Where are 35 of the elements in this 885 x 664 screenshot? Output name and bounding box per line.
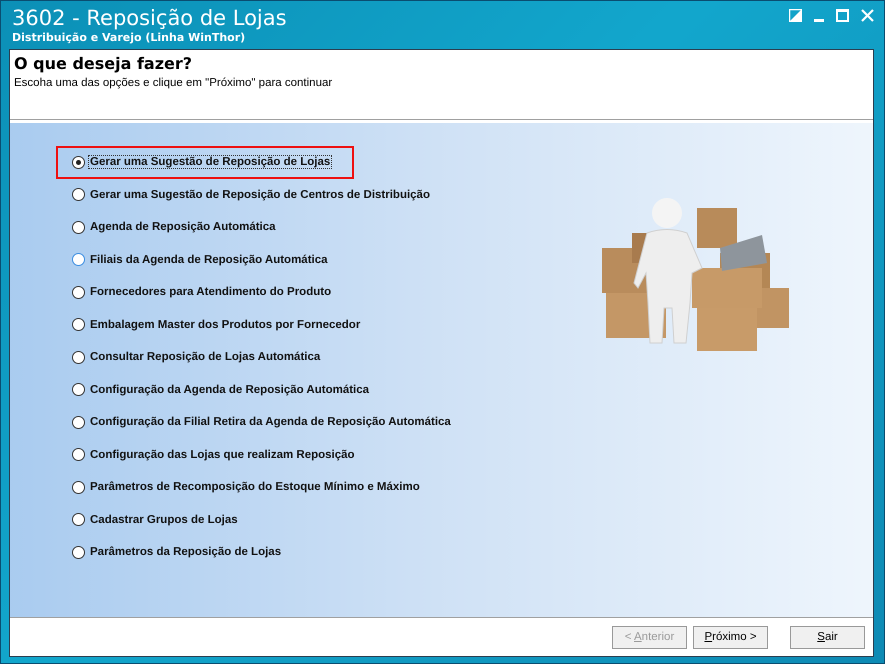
maximize-icon[interactable] [836,9,849,22]
radio-button[interactable] [72,188,85,202]
close-icon[interactable] [861,9,874,22]
page-heading: O que deseja fazer? [14,54,194,73]
radio-button[interactable] [72,156,85,169]
radio-option[interactable]: Cadastrar Grupos de Lojas [56,504,262,536]
radio-button[interactable] [72,318,85,332]
radio-button[interactable] [72,253,85,266]
wizard-button[interactable]: Próximo > [693,626,768,648]
restore-icon[interactable] [789,9,802,22]
radio-option[interactable]: Configuração da Filial Retira da Agenda de Reposição Automática [56,406,475,438]
radio-option[interactable]: Fornecedores para Atendimento do Produto [56,276,356,308]
radio-option[interactable]: Parâmetros da Reposição de Lojas [56,536,306,568]
radio-option[interactable]: Consultar Reposição de Lojas Automática [56,341,344,374]
radio-option[interactable]: Gerar uma Sugestão de Reposição de Centros de Distribuição [56,178,454,211]
radio-option[interactable]: Filiais da Agenda de Reposição Automática [56,244,352,276]
radio-button[interactable] [72,546,85,559]
radio-button[interactable] [72,220,85,234]
wizard-button[interactable]: Sair [790,626,865,648]
instruction-text: Escoha uma das opções e clique em "Próximo" para continuar [14,77,334,89]
window-subtitle: Distribuição e Varejo (Linha WinThor) [12,31,246,44]
radio-button[interactable] [72,513,85,526]
radio-option[interactable]: Embalagem Master dos Produtos por Fornecedor [56,308,384,341]
radio-button[interactable] [72,480,85,494]
radio-button[interactable] [72,350,85,364]
radio-option[interactable]: Parâmetros de Recomposição do Estoque Mínimo e Máximo [56,471,444,504]
radio-option[interactable]: Configuração das Lojas que realizam Reposição [56,438,379,471]
radio-option[interactable]: Gerar uma Sugestão de Reposição de Lojas [56,146,354,178]
radio-option[interactable]: Configuração da Agenda de Reposição Automática [56,374,394,406]
window-title: 3602 - Reposição de Lojas [12,5,287,31]
radio-button[interactable] [72,383,85,396]
radio-button[interactable] [72,286,85,299]
radio-option[interactable]: Agenda de Reposição Automática [56,211,300,244]
radio-button[interactable] [72,416,85,429]
radio-button[interactable] [72,448,85,462]
